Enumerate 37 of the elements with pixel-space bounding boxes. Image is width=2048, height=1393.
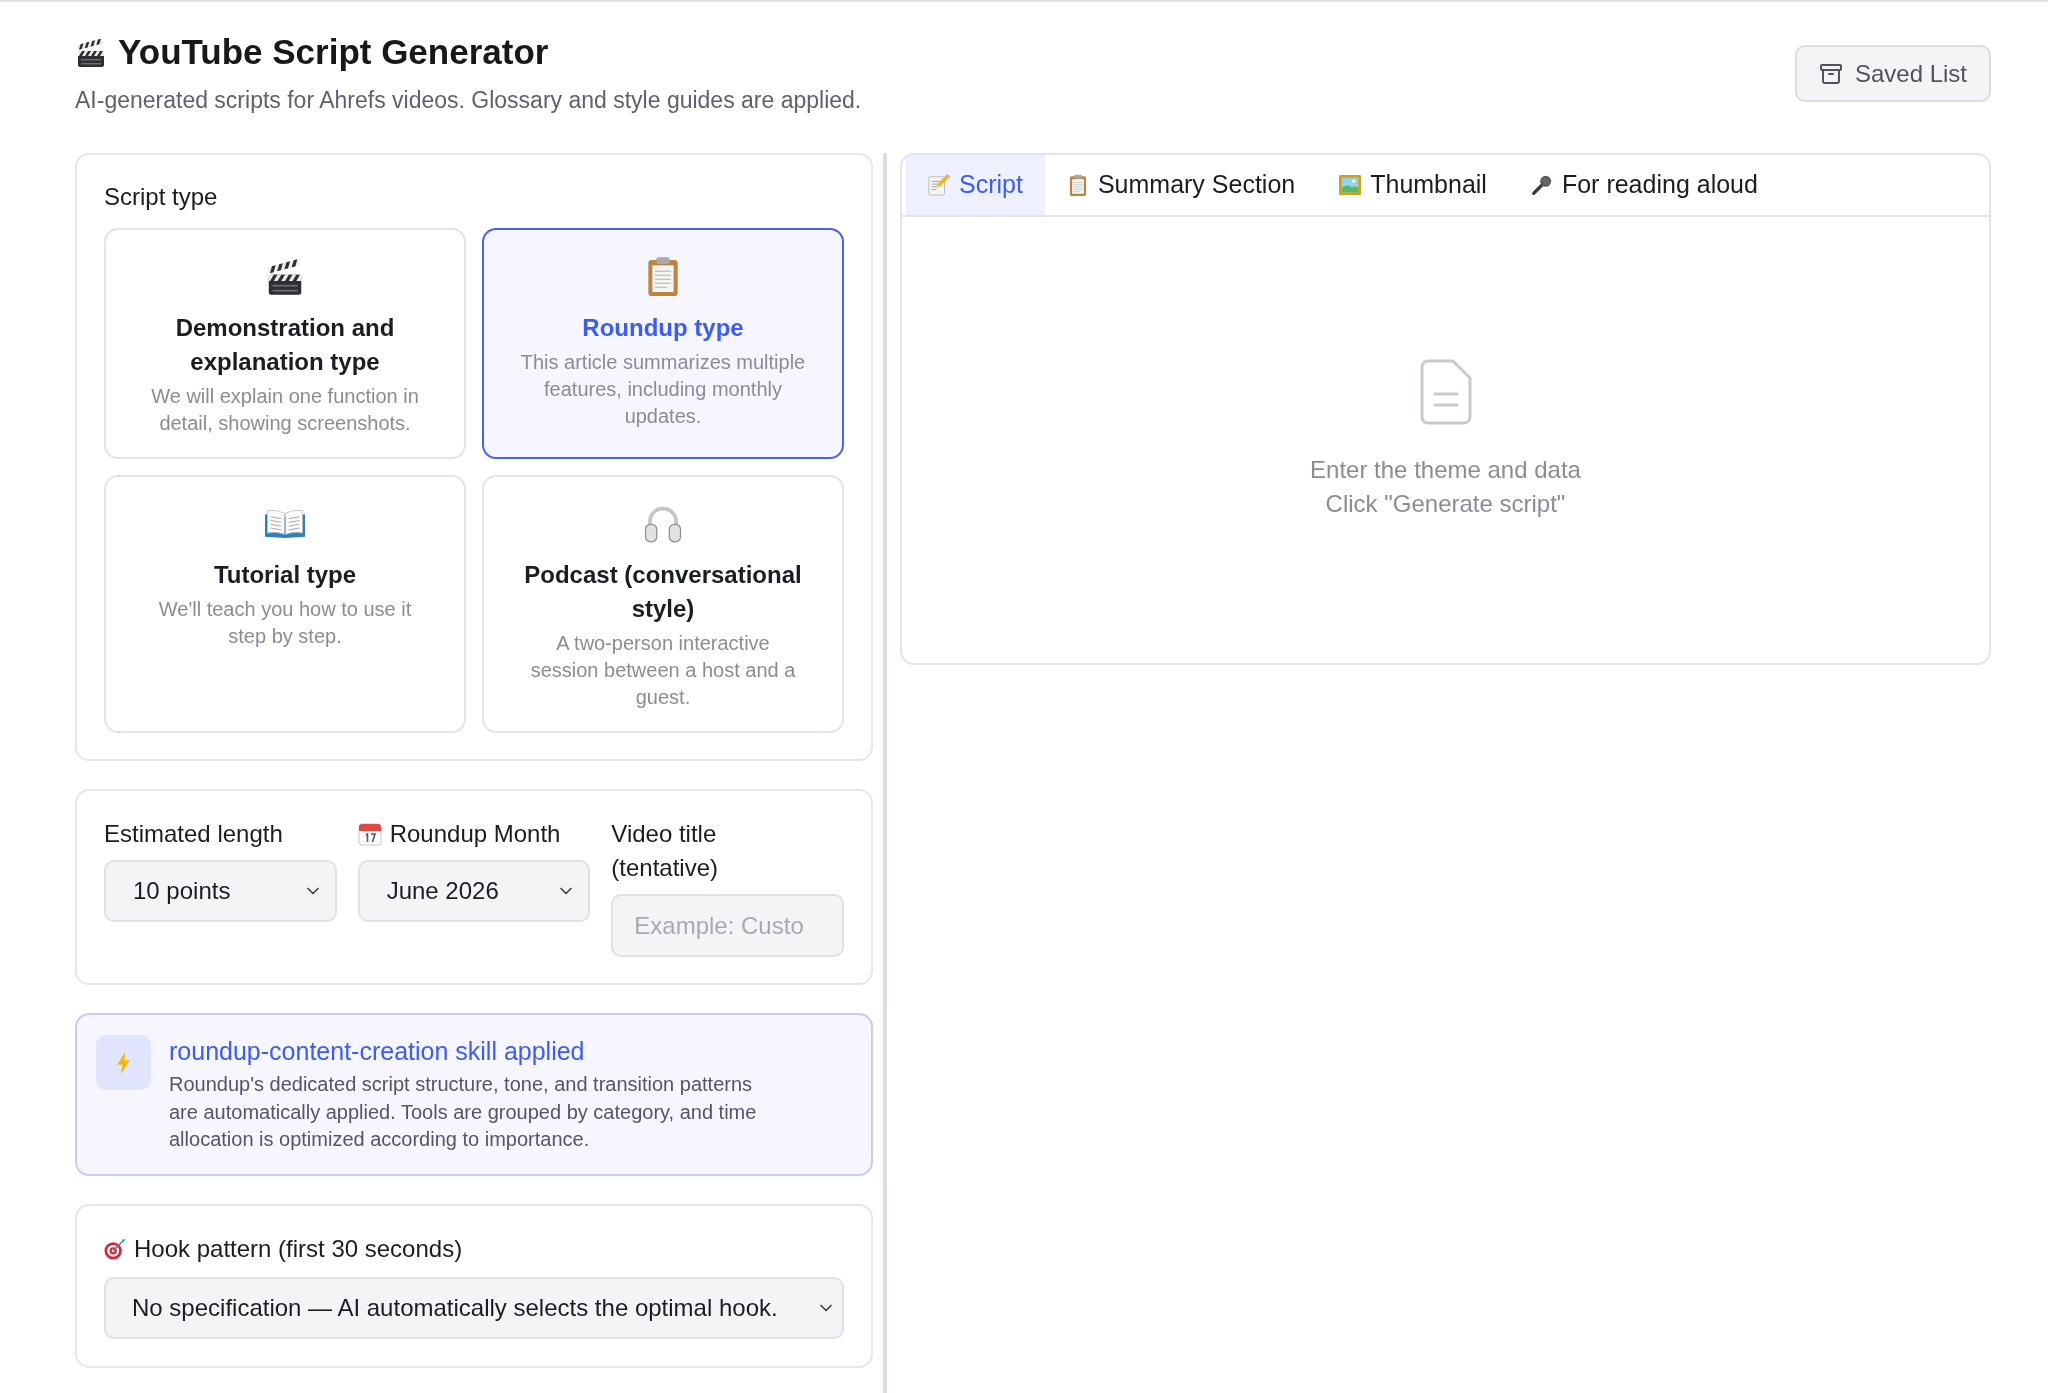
- card-title: Roundup type: [582, 313, 744, 343]
- microphone-icon: [1530, 174, 1553, 196]
- field-label: Estimated length: [104, 819, 283, 849]
- saved-list-button[interactable]: Saved List: [1794, 45, 1991, 102]
- dropdown[interactable]: No specification — AI automatically selects the optimal hook.: [104, 1276, 844, 1339]
- script-type-card[interactable]: Tutorial type We'll teach you how to use it step by step.: [104, 475, 466, 733]
- field-label: Hook pattern (first 30 seconds): [134, 1233, 463, 1264]
- empty-state-message: Enter the theme and data Click "Generate script": [1310, 455, 1581, 519]
- clapperboard-icon: [75, 36, 107, 68]
- framed-picture-icon: [1339, 174, 1362, 196]
- dropdown[interactable]: June 2026: [357, 860, 591, 922]
- field-label: Video title (tentative): [611, 819, 720, 883]
- page-title: YouTube Script Generator: [118, 31, 549, 73]
- section-label: Script type: [104, 182, 219, 212]
- title-input[interactable]: Example: Custo: [611, 894, 844, 957]
- field-label: Roundup Month: [389, 819, 561, 849]
- card-description: This article summarizes multiple features, including monthly updates.: [520, 350, 806, 429]
- notepad-pencil-icon: [928, 174, 950, 196]
- card-title: Tutorial type: [213, 560, 357, 590]
- page-subtitle: AI-generated scripts for Ahrefs videos. Glossary and style guides are applied.: [75, 86, 862, 115]
- skill-description: Roundup's dedicated script structure, tone, and transition patterns are automatically applied. Tools are grouped by category, and time allocation is optimized according to importance.: [169, 1072, 758, 1152]
- calendar-icon: [357, 822, 382, 846]
- script-type-card[interactable]: Podcast (conversational style) A two-person interactive session between a host and a guest.: [482, 475, 844, 733]
- card-title: Podcast (conversational style): [523, 560, 803, 624]
- card-description: A two-person interactive session between a host and a guest.: [529, 631, 797, 710]
- card-description: We'll teach you how to use it step by step.: [157, 597, 413, 649]
- dart-target-icon: [104, 1237, 126, 1260]
- document-icon: [1419, 359, 1472, 425]
- archive-icon: [1818, 61, 1843, 86]
- card-title: Demonstration and explanation type: [174, 313, 396, 377]
- card-description: We will explain one function in detail, showing screenshots.: [150, 384, 420, 436]
- script-type-card[interactable]: Roundup type This article summarizes multiple features, including monthly updates.: [482, 228, 844, 459]
- lightning-icon: [96, 1035, 151, 1090]
- dropdown[interactable]: 10 points: [104, 860, 337, 922]
- tab[interactable]: Script: [906, 155, 1045, 215]
- script-type-card[interactable]: Demonstration and explanation type We will explain one function in detail, showing screenshots.: [104, 228, 466, 459]
- skill-title: roundup-content-creation skill applied: [169, 1036, 586, 1067]
